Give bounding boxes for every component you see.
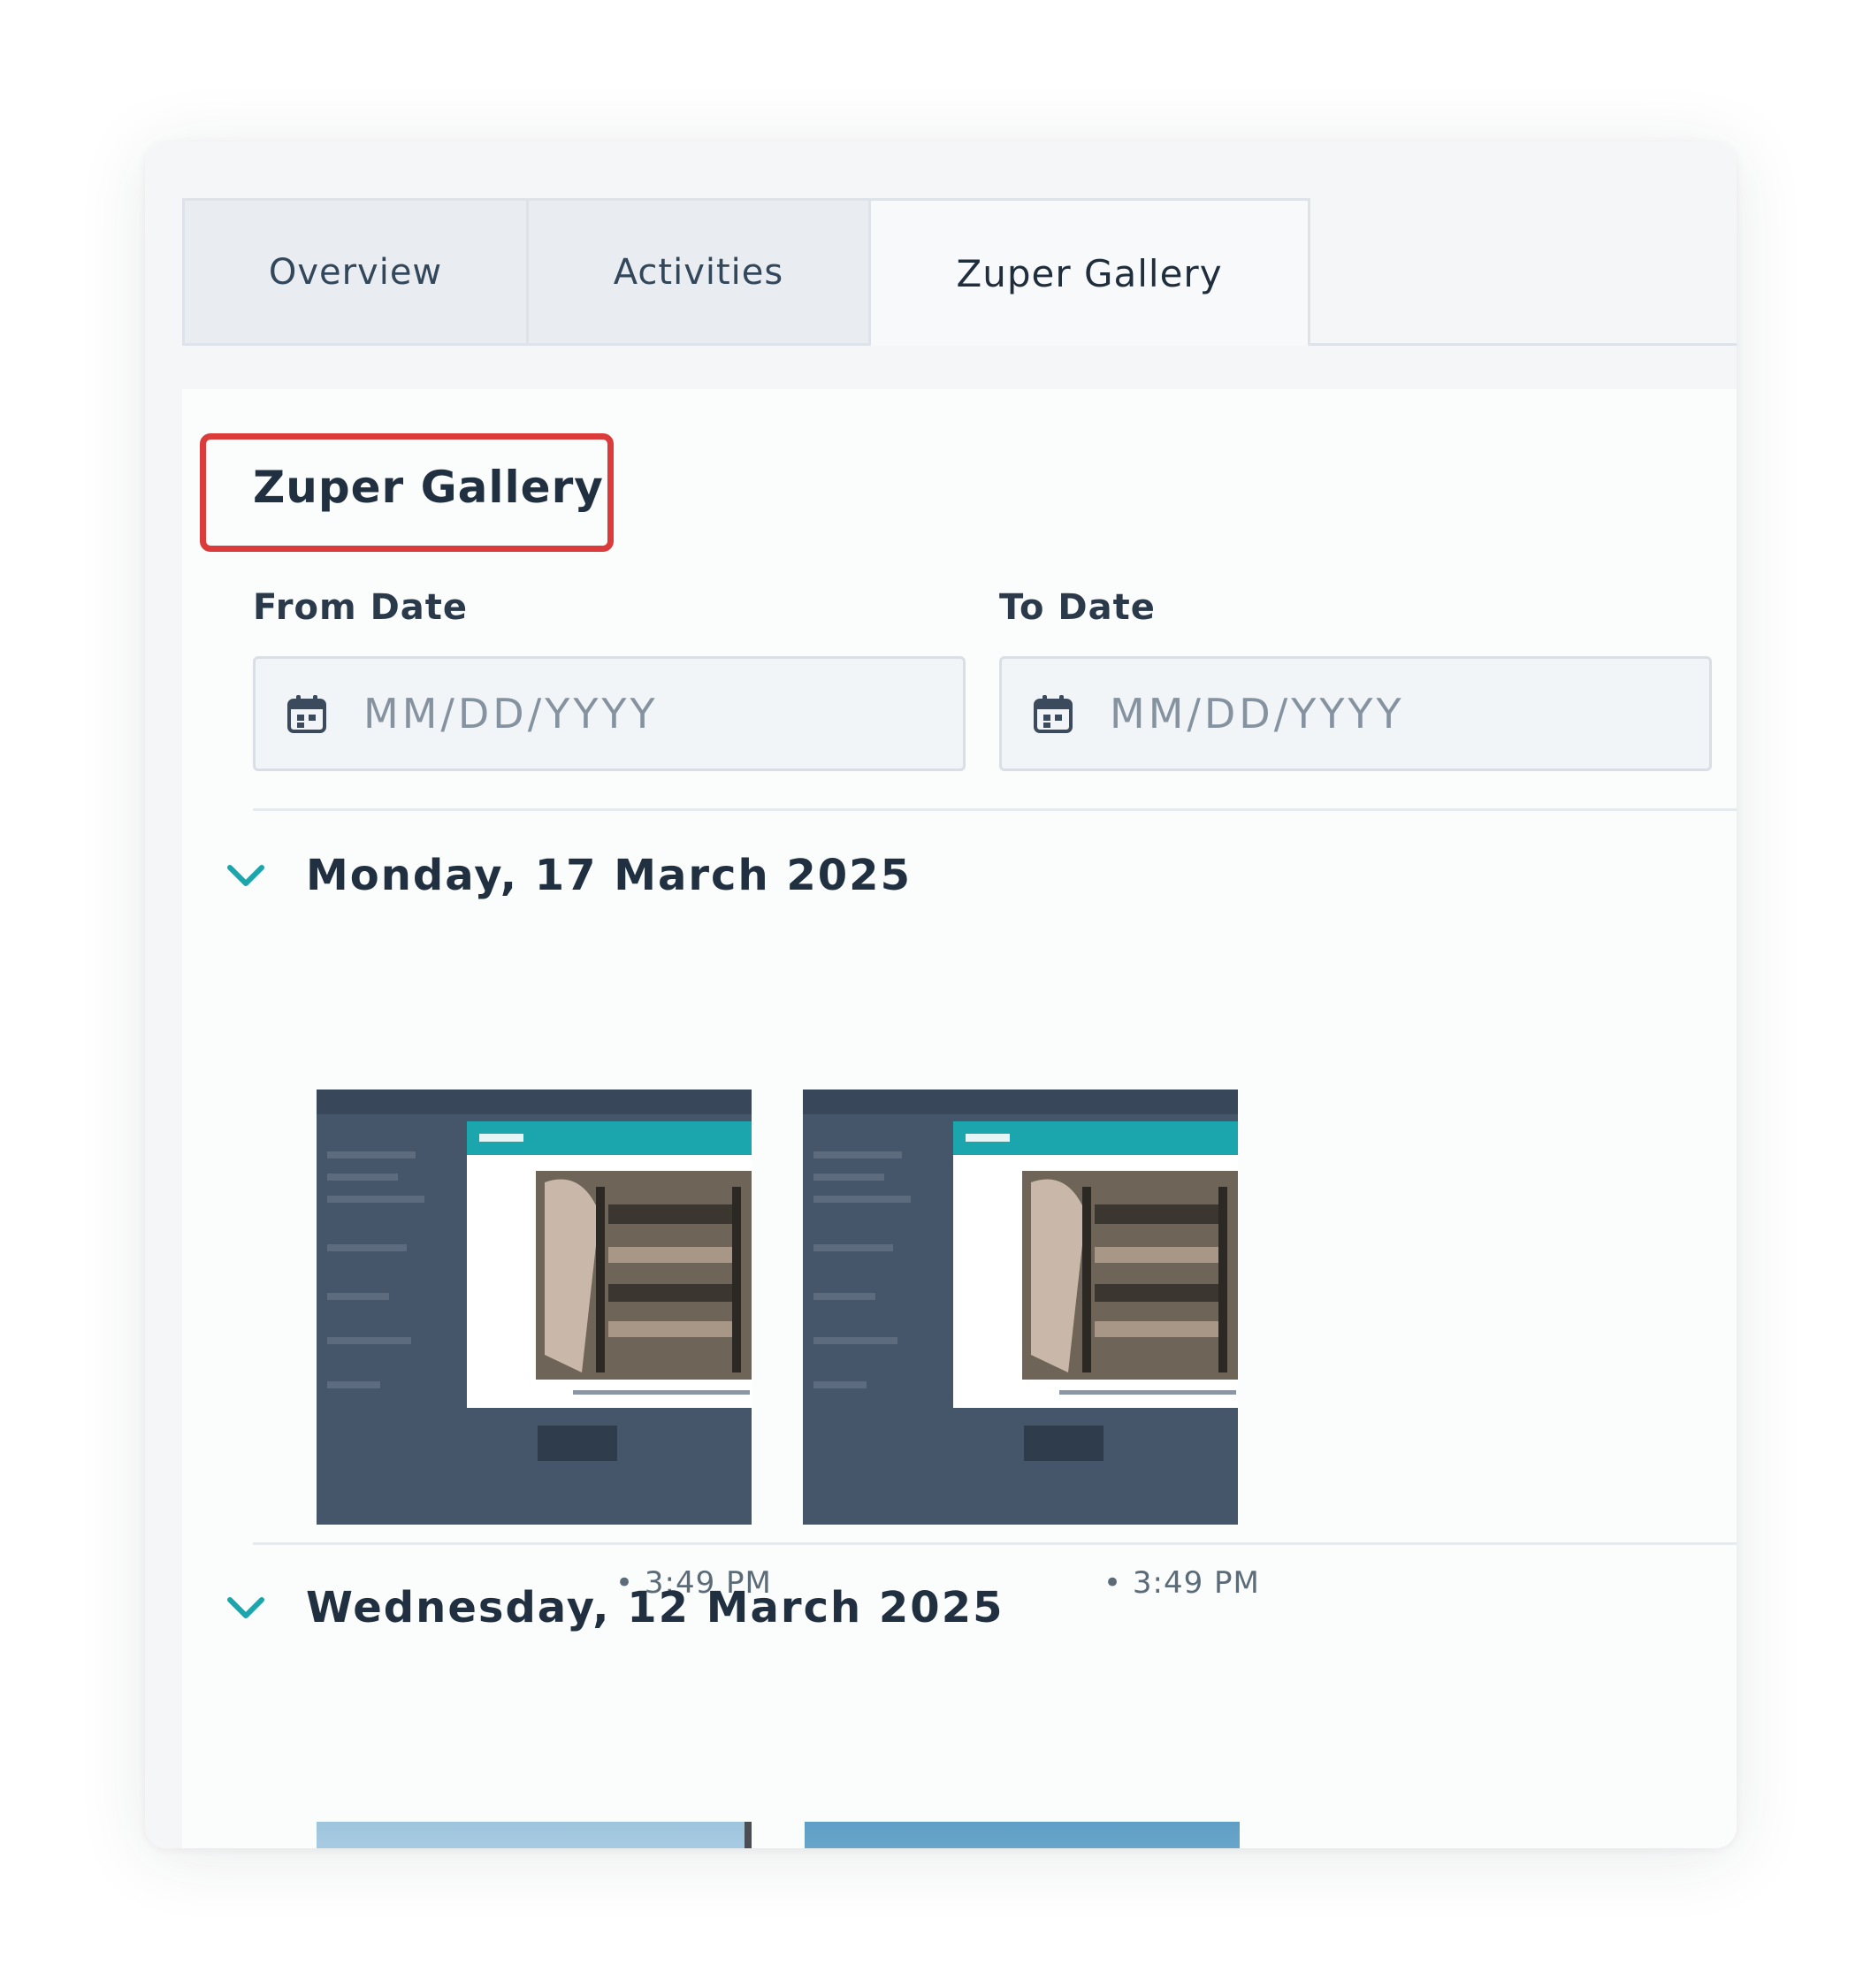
- from-date-field[interactable]: [253, 656, 966, 771]
- chevron-down-icon[interactable]: [226, 862, 265, 889]
- from-date-input[interactable]: [363, 690, 894, 738]
- calendar-icon: [287, 695, 326, 733]
- date-group-header[interactable]: Monday, 17 March 2025: [226, 851, 912, 900]
- divider: [253, 1542, 1737, 1545]
- group-date-title: Wednesday, 12 March 2025: [306, 1583, 1004, 1632]
- tab-zuper-gallery[interactable]: Zuper Gallery: [868, 198, 1310, 346]
- chevron-down-icon[interactable]: [226, 1594, 265, 1621]
- group-date-title: Monday, 17 March 2025: [306, 851, 912, 900]
- gallery-panel: Zuper Gallery From Date To Date: [182, 389, 1737, 1848]
- calendar-icon: [1034, 695, 1073, 733]
- tab-bar: Overview Activities Zuper Gallery: [182, 198, 1737, 346]
- to-date-field[interactable]: [999, 656, 1712, 771]
- section-title: Zuper Gallery: [253, 462, 604, 513]
- gallery-thumbnail[interactable]: [317, 1090, 752, 1525]
- tab-activities[interactable]: Activities: [526, 198, 871, 343]
- date-group-header[interactable]: Wednesday, 12 March 2025: [226, 1583, 1004, 1632]
- divider: [253, 808, 1737, 811]
- gallery-thumbnail[interactable]: [805, 1822, 1240, 1848]
- from-date-label: From Date: [253, 587, 469, 628]
- to-date-label: To Date: [999, 587, 1156, 628]
- to-date-input[interactable]: [1110, 690, 1640, 738]
- zuper-gallery-card: Overview Activities Zuper Gallery Zuper …: [145, 141, 1737, 1848]
- gallery-thumbnail[interactable]: [803, 1090, 1238, 1525]
- gallery-thumbnail[interactable]: [317, 1822, 752, 1848]
- photo-timestamp: • 3:49 PM: [1104, 1565, 1260, 1601]
- tab-overview[interactable]: Overview: [182, 198, 529, 343]
